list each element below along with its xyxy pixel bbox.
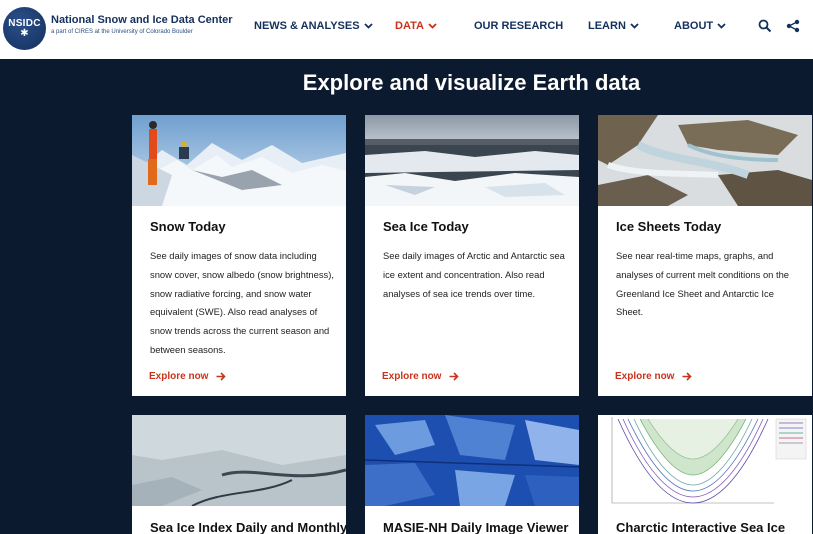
nav-label: DATA — [395, 20, 424, 32]
card-description: See daily images of snow data including … — [150, 250, 334, 355]
card-snow-today: Snow Today See daily images of snow data… — [132, 115, 346, 396]
explore-now-link[interactable]: Explore now — [615, 371, 693, 382]
brand-name[interactable]: National Snow and Ice Data Center — [51, 14, 233, 26]
card-sea-ice-today: Sea Ice Today See daily images of Arctic… — [365, 115, 579, 396]
snowflake-icon: ✱ — [20, 28, 29, 39]
explore-now-link[interactable]: Explore now — [149, 371, 227, 382]
card-title[interactable]: Ice Sheets Today — [616, 219, 721, 234]
sea-ice-image — [365, 115, 579, 206]
share-icon[interactable] — [786, 19, 800, 33]
nsidc-logo[interactable]: NSIDC ✱ — [3, 7, 46, 50]
link-label: Explore now — [149, 371, 209, 382]
card-title[interactable]: Charctic Interactive Sea Ice — [616, 520, 785, 534]
masie-ice-map-image — [365, 415, 579, 506]
chevron-down-icon — [428, 23, 437, 29]
nav-label: LEARN — [588, 20, 626, 32]
nav-our-research[interactable]: OUR RESEARCH — [474, 20, 563, 32]
card-title[interactable]: Snow Today — [150, 219, 226, 234]
nav-label: OUR RESEARCH — [474, 20, 564, 32]
card-sea-ice-index: Sea Ice Index Daily and Monthly — [132, 415, 346, 534]
explore-now-link[interactable]: Explore now — [382, 371, 460, 382]
nav-about[interactable]: ABOUT — [674, 20, 726, 32]
arrow-right-icon — [449, 372, 460, 381]
card-charctic: Charctic Interactive Sea Ice — [598, 415, 812, 534]
nav-data[interactable]: DATA — [395, 20, 437, 32]
brand-subtitle: a part of CIRES at the University of Col… — [51, 29, 193, 35]
card-ice-sheets-today: Ice Sheets Today See near real-time maps… — [598, 115, 812, 396]
sea-ice-satellite-image — [132, 415, 346, 506]
card-title[interactable]: Sea Ice Today — [383, 219, 469, 234]
card-masie-nh: MASIE-NH Daily Image Viewer — [365, 415, 579, 534]
snow-mountain-image — [132, 115, 346, 206]
link-label: Explore now — [382, 371, 442, 382]
site-header: NSIDC ✱ National Snow and Ice Data Cente… — [0, 0, 813, 59]
search-icon[interactable] — [758, 19, 772, 33]
chevron-down-icon — [363, 23, 373, 29]
ice-sheet-aerial-image — [598, 115, 812, 206]
nav-label: ABOUT — [674, 20, 714, 32]
arrow-right-icon — [216, 372, 227, 381]
nav-news-analyses[interactable]: NEWS & ANALYSES — [254, 20, 373, 32]
nav-label: NEWS & ANALYSES — [254, 20, 360, 32]
link-label: Explore now — [615, 371, 675, 382]
card-description: See daily images of Arctic and Antarctic… — [383, 250, 565, 299]
arrow-right-icon — [682, 372, 693, 381]
card-description: See near real-time maps, graphs, and ana… — [616, 250, 790, 318]
page-title: Explore and visualize Earth data — [302, 70, 641, 95]
card-title[interactable]: MASIE-NH Daily Image Viewer — [383, 520, 568, 534]
charctic-graph-image — [598, 415, 812, 506]
chevron-down-icon — [630, 23, 639, 29]
chevron-down-icon — [717, 23, 726, 29]
nav-learn[interactable]: LEARN — [588, 20, 639, 32]
card-title[interactable]: Sea Ice Index Daily and Monthly — [150, 520, 346, 534]
